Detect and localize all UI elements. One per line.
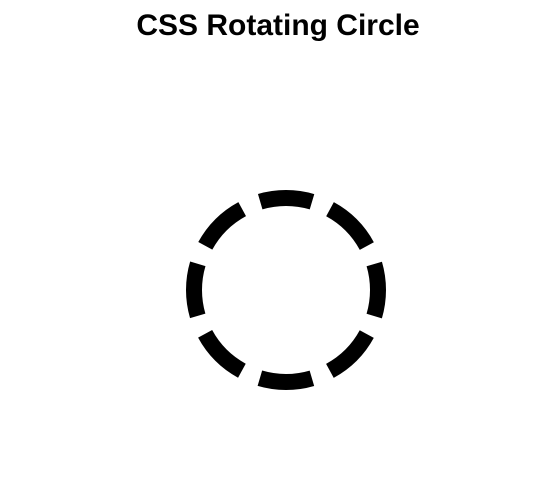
rotating-dashed-circle [186,190,386,390]
rotating-circle-container [186,190,386,390]
page-title: CSS Rotating Circle [136,9,420,42]
dashed-circle-ring [186,190,386,390]
